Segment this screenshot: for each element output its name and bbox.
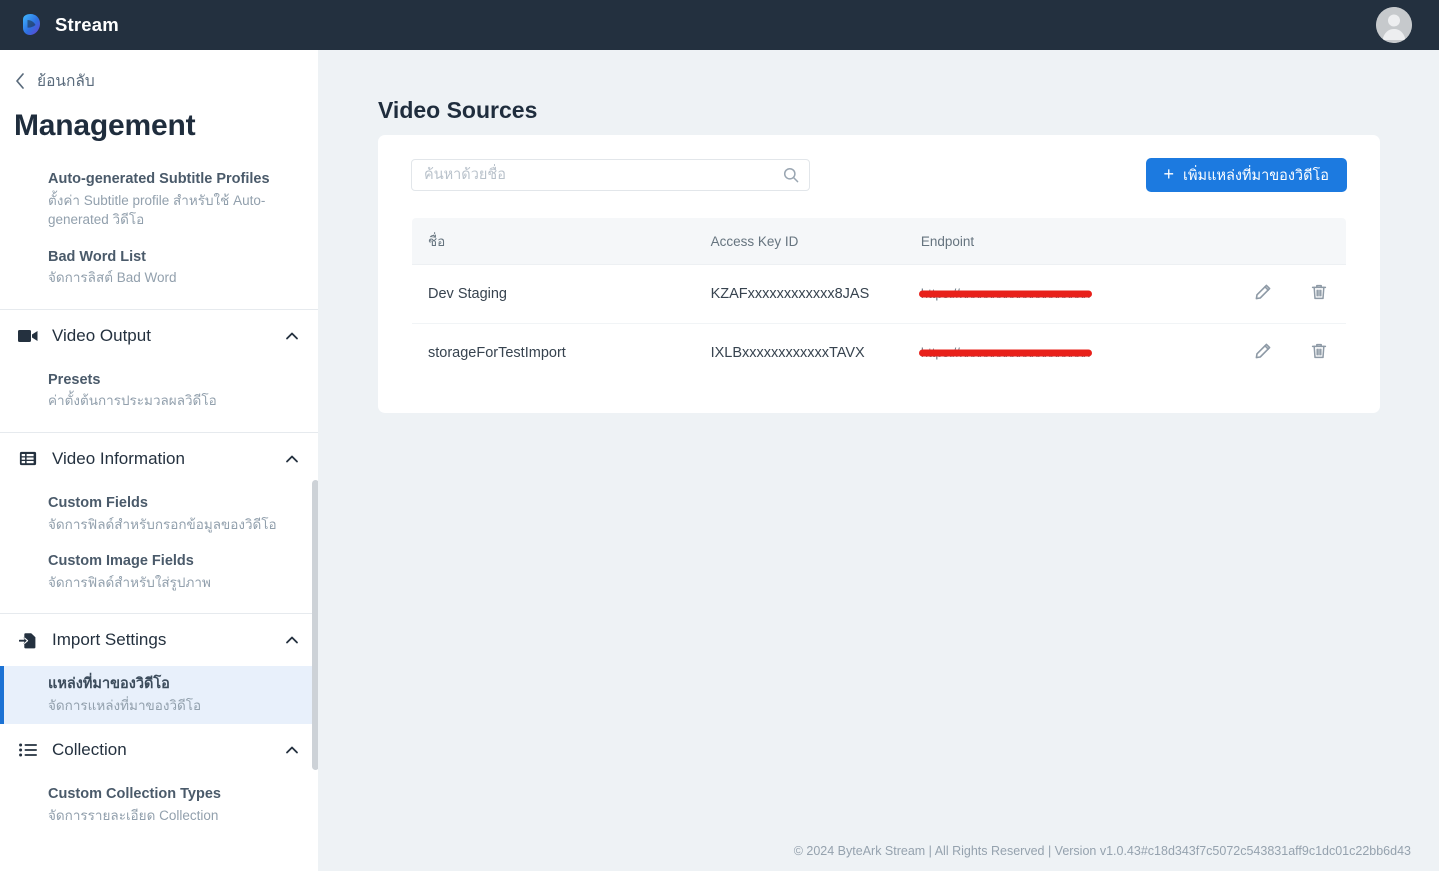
sidebar-group-label: Import Settings xyxy=(52,630,167,650)
content-title: Video Sources xyxy=(378,97,538,123)
video-sources-card: + เพิ่มแหล่งที่มาของวิดีโอ ชื่อ Access K… xyxy=(378,135,1380,413)
redacted-endpoint: https://xxxxxxxxxxxxxxxxxxxx xyxy=(920,286,1090,301)
sidebar-group-label: Video Information xyxy=(52,448,185,468)
search-icon xyxy=(783,167,799,183)
sidebar-scrollbar[interactable] xyxy=(312,480,318,770)
column-header-edit xyxy=(1235,218,1292,265)
chevron-left-icon xyxy=(14,72,26,90)
delete-row-button[interactable] xyxy=(1309,283,1329,303)
brand-logo-link[interactable]: Stream xyxy=(17,11,119,39)
back-label: ย้อนกลับ xyxy=(37,73,95,90)
cell-delete-action xyxy=(1291,324,1346,383)
chevron-up-icon[interactable] xyxy=(284,328,300,344)
cell-edit-action xyxy=(1236,324,1291,383)
trash-icon xyxy=(1311,284,1326,300)
table-row: storageForTestImport IXLBxxxxxxxxxxxxTAV… xyxy=(412,324,1346,383)
search-box xyxy=(411,159,810,191)
avatar[interactable] xyxy=(1376,7,1412,43)
add-video-source-button[interactable]: + เพิ่มแหล่งที่มาของวิดีโอ xyxy=(1145,158,1347,192)
video-camera-icon xyxy=(18,326,38,346)
table-body: Dev Staging KZAFxxxxxxxxxxxx8JAS https:/… xyxy=(412,264,1346,383)
sidebar-item-custom-collection-types[interactable]: Custom Collection Types จัดการรายละเอียด… xyxy=(0,776,318,834)
sidebar-group-label: Collection xyxy=(52,740,127,760)
sidebar-item-label: Presets xyxy=(48,371,101,388)
pencil-icon xyxy=(1255,343,1271,359)
cell-endpoint: https://xxxxxxxxxxxxxxxxxxxx xyxy=(905,324,1236,383)
footer-text: © 2024 ByteArk Stream | All Rights Reser… xyxy=(793,844,1411,858)
table-list-icon xyxy=(18,449,38,469)
redacted-endpoint: https://xxxxxxxxxxxxxxxxxxxx xyxy=(920,345,1090,360)
table-header: ชื่อ Access Key ID Endpoint xyxy=(412,218,1346,265)
sidebar-item-description: จัดการลิสต์ Bad Word xyxy=(48,270,177,286)
sidebar-group-import-settings[interactable]: Import Settings xyxy=(0,614,318,666)
search-input[interactable] xyxy=(411,159,810,191)
chevron-up-icon[interactable] xyxy=(284,742,300,758)
sidebar-item-label: Bad Word List xyxy=(48,248,147,265)
cell-delete-action xyxy=(1291,264,1346,324)
add-video-source-label: เพิ่มแหล่งที่มาของวิดีโอ xyxy=(1183,167,1329,184)
back-button[interactable]: ย้อนกลับ xyxy=(0,50,318,93)
video-sources-table: ชื่อ Access Key ID Endpoint Dev Staging … xyxy=(411,217,1347,383)
plus-icon: + xyxy=(1163,164,1175,184)
sidebar-group-label: Video Output xyxy=(52,325,151,345)
cell-edit-action xyxy=(1235,264,1292,324)
edit-row-button[interactable] xyxy=(1253,283,1273,303)
trash-icon xyxy=(1311,343,1326,359)
sidebar-group-video-output[interactable]: Video Output xyxy=(0,310,318,362)
sidebar-item-description: ค่าตั้งต้นการประมวลผลวิดีโอ xyxy=(48,393,217,409)
sidebar-item-label: Auto-generated Subtitle Profiles xyxy=(48,171,270,187)
chevron-up-icon[interactable] xyxy=(284,632,300,648)
sidebar-group-collection[interactable]: Collection xyxy=(0,724,318,776)
sidebar-item-presets[interactable]: Presets ค่าตั้งต้นการประมวลผลวิดีโอ xyxy=(0,362,318,420)
brand-name: Stream xyxy=(55,14,119,35)
file-import-icon xyxy=(18,630,38,650)
sidebar-item-label: Custom Fields xyxy=(48,494,148,511)
stream-droplet-logo-icon xyxy=(17,11,45,39)
sidebar-item-description: ตั้งค่า Subtitle profile สำหรับใช้ Auto-… xyxy=(48,192,266,228)
main-content: Video Sources + เพิ่มแหล่งที่มาของวิดีโอ… xyxy=(318,50,1439,871)
column-header-name: ชื่อ xyxy=(412,218,695,265)
cell-access-key-id: IXLBxxxxxxxxxxxxTAVX xyxy=(710,345,865,361)
cell-endpoint: https://xxxxxxxxxxxxxxxxxxxx xyxy=(904,264,1236,324)
cell-name: storageForTestImport xyxy=(428,345,566,361)
cell-access-key-id: KZAFxxxxxxxxxxxx8JAS xyxy=(694,264,905,324)
edit-row-button[interactable] xyxy=(1253,342,1273,362)
card-toolbar: + เพิ่มแหล่งที่มาของวิดีโอ xyxy=(411,158,1347,192)
user-avatar-icon xyxy=(1376,7,1412,43)
sidebar-item-auto-generated-subtitle-profiles[interactable]: Auto-generated Subtitle Profiles ตั้งค่า… xyxy=(0,161,318,239)
page-title: Management xyxy=(14,109,196,142)
table-row: Dev Staging KZAFxxxxxxxxxxxx8JAS https:/… xyxy=(412,264,1346,324)
column-header-endpoint: Endpoint xyxy=(904,218,1236,265)
sidebar-item-video-sources[interactable]: แหล่งที่มาของวิดีโอ จัดการแหล่งที่มาของว… xyxy=(0,666,318,725)
sidebar: ย้อนกลับ Management Auto-generated Subti… xyxy=(0,50,318,871)
pencil-icon xyxy=(1255,284,1271,300)
sidebar-item-description: จัดการรายละเอียด Collection xyxy=(48,807,219,823)
list-icon xyxy=(18,740,38,760)
sidebar-item-label: Custom Image Fields xyxy=(48,553,194,570)
top-navigation-bar: Stream xyxy=(0,0,1439,50)
column-header-access-key-id: Access Key ID xyxy=(694,218,905,265)
sidebar-group-video-information[interactable]: Video Information xyxy=(0,433,318,485)
table-header-row: ชื่อ Access Key ID Endpoint xyxy=(412,218,1346,265)
sidebar-item-custom-fields[interactable]: Custom Fields จัดการฟิลด์สำหรับกรอกข้อมู… xyxy=(0,485,318,543)
sidebar-item-description: จัดการแหล่งที่มาของวิดีโอ xyxy=(48,697,202,713)
delete-row-button[interactable] xyxy=(1309,342,1329,362)
sidebar-scroll-content: ย้อนกลับ Management Auto-generated Subti… xyxy=(0,50,318,834)
sidebar-item-label: แหล่งที่มาของวิดีโอ xyxy=(48,676,170,693)
cell-name: Dev Staging xyxy=(412,264,695,324)
sidebar-item-label: Custom Collection Types xyxy=(48,786,221,803)
sidebar-item-description: จัดการฟิลด์สำหรับใส่รูปภาพ xyxy=(48,574,211,590)
sidebar-item-bad-word-list[interactable]: Bad Word List จัดการลิสต์ Bad Word xyxy=(0,239,318,297)
column-header-delete xyxy=(1291,218,1346,265)
chevron-up-icon[interactable] xyxy=(284,451,300,467)
sidebar-item-custom-image-fields[interactable]: Custom Image Fields จัดการฟิลด์สำหรับใส่… xyxy=(0,543,318,601)
sidebar-item-description: จัดการฟิลด์สำหรับกรอกข้อมูลของวิดีโอ xyxy=(48,516,277,532)
